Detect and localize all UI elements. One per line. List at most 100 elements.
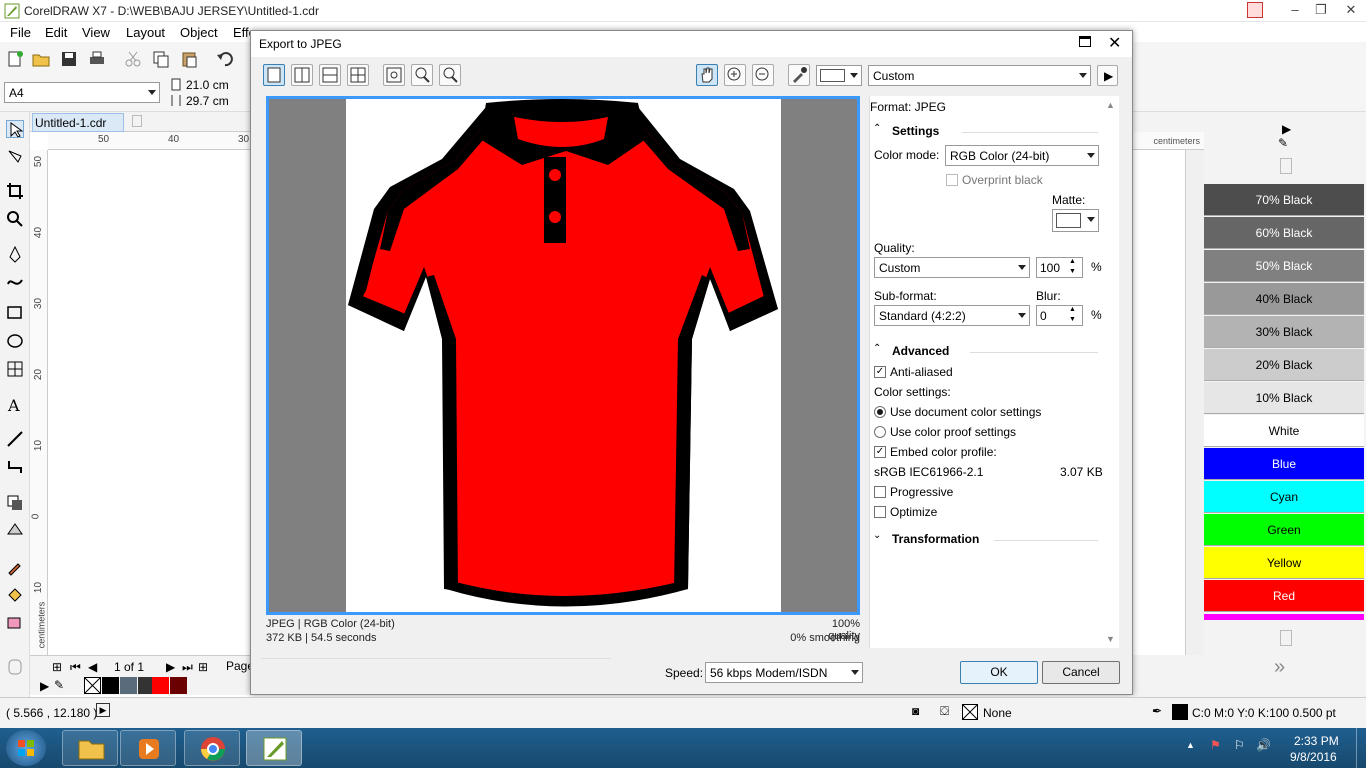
- export-preview[interactable]: [266, 96, 860, 615]
- previous-page-icon[interactable]: ◀: [88, 660, 97, 674]
- page-height-value[interactable]: 29.7 cm: [186, 94, 229, 108]
- drawing-canvas[interactable]: [48, 150, 250, 655]
- progressive-checkbox[interactable]: [874, 486, 886, 498]
- collapse-settings-icon[interactable]: ⌃: [873, 123, 881, 134]
- swatch-slate[interactable]: [120, 677, 137, 694]
- rectangle-tool-icon[interactable]: [6, 304, 24, 322]
- new-tab-icon[interactable]: [132, 115, 142, 127]
- preset-menu-button[interactable]: ▶: [1097, 65, 1118, 86]
- color-mode-select[interactable]: RGB Color (24-bit): [945, 145, 1099, 166]
- menu-view[interactable]: View: [82, 25, 110, 40]
- use-proof-color-radio[interactable]: [874, 426, 886, 438]
- paste-icon[interactable]: [180, 50, 198, 68]
- undo-icon[interactable]: [216, 50, 234, 68]
- palette-swatch[interactable]: Blue: [1204, 448, 1364, 480]
- fit-to-window-button[interactable]: [383, 64, 405, 86]
- save-icon[interactable]: [60, 50, 78, 68]
- palette-swatch[interactable]: 50% Black: [1204, 250, 1364, 282]
- palette-swatch[interactable]: 20% Black: [1204, 349, 1364, 381]
- spin-down-icon[interactable]: ▼: [1069, 268, 1076, 275]
- zoom-100-button[interactable]: [439, 64, 461, 86]
- transformation-section-header[interactable]: Transformation: [892, 532, 979, 546]
- ok-button[interactable]: OK: [960, 661, 1038, 684]
- palette-swatch[interactable]: Cyan: [1204, 481, 1364, 513]
- toolbox-options-icon[interactable]: [6, 658, 24, 676]
- close-dialog-icon[interactable]: ✕: [1108, 33, 1121, 53]
- swatch-red[interactable]: [152, 677, 169, 694]
- split-quad-button[interactable]: [347, 64, 369, 86]
- print-icon[interactable]: [88, 50, 106, 68]
- last-page-icon[interactable]: ⏭: [182, 660, 193, 675]
- anti-aliased-checkbox[interactable]: ✓: [874, 366, 886, 378]
- restore-button[interactable]: ❐: [1306, 0, 1336, 20]
- vertical-scrollbar[interactable]: [1185, 150, 1204, 655]
- add-page-end-icon[interactable]: ⊞: [198, 660, 208, 674]
- palette-swatch[interactable]: Red: [1204, 580, 1364, 612]
- zoom-in-button[interactable]: [724, 64, 746, 86]
- palette-swatch[interactable]: White: [1204, 415, 1364, 447]
- split-horizontal-button[interactable]: [319, 64, 341, 86]
- new-document-icon[interactable]: [6, 50, 24, 68]
- spin-up-icon[interactable]: ▲: [1069, 306, 1076, 313]
- document-color-icon[interactable]: ◙: [912, 704, 919, 718]
- flag-icon[interactable]: ⚐: [1234, 738, 1245, 752]
- eyedropper-button[interactable]: [788, 64, 810, 86]
- page-size-select[interactable]: A4: [4, 82, 160, 103]
- volume-icon[interactable]: 🔊: [1256, 738, 1271, 752]
- outline-color-indicator[interactable]: [1172, 704, 1188, 720]
- freehand-tool-icon[interactable]: [6, 246, 24, 264]
- show-hidden-icons[interactable]: ▲: [1186, 740, 1195, 750]
- palette-arrow-icon[interactable]: ▶: [40, 679, 49, 693]
- add-page-icon[interactable]: ⊞: [52, 660, 62, 674]
- quality-spinbox[interactable]: 100 ▲ ▼: [1036, 257, 1083, 278]
- spin-down-icon[interactable]: ▼: [1069, 316, 1076, 323]
- use-document-color-radio[interactable]: [874, 406, 886, 418]
- cancel-button[interactable]: Cancel: [1042, 661, 1120, 684]
- settings-section-header[interactable]: Settings: [892, 124, 939, 138]
- palette-eyedropper-icon[interactable]: ✎: [1278, 136, 1288, 150]
- copy-icon[interactable]: [152, 50, 170, 68]
- quality-select[interactable]: Custom: [874, 257, 1030, 278]
- menu-edit[interactable]: Edit: [45, 25, 67, 40]
- matte-color-picker[interactable]: [1052, 209, 1099, 232]
- status-menu-icon[interactable]: ▶: [96, 703, 110, 717]
- start-button[interactable]: [6, 730, 46, 766]
- palette-no-color-icon[interactable]: [1280, 158, 1292, 174]
- show-desktop-button[interactable]: [1356, 728, 1366, 768]
- preset-select[interactable]: Custom: [868, 65, 1091, 86]
- transparency-tool-icon[interactable]: [6, 522, 24, 540]
- palette-swatch[interactable]: 10% Black: [1204, 382, 1364, 414]
- speed-select[interactable]: 56 kbps Modem/ISDN: [705, 662, 863, 683]
- swatch-black[interactable]: [102, 677, 119, 694]
- panel-scroll-down-icon[interactable]: ▼: [1106, 634, 1115, 644]
- panel-scroll-up-icon[interactable]: ▲: [1106, 100, 1115, 110]
- zoom-tool-icon[interactable]: [6, 210, 24, 228]
- crop-tool-icon[interactable]: [6, 182, 24, 200]
- menu-layout[interactable]: Layout: [126, 25, 165, 40]
- palette-swatch[interactable]: 70% Black: [1204, 184, 1364, 216]
- palette-flyout-icon[interactable]: ▶: [1282, 122, 1291, 136]
- palette-swatch[interactable]: Yellow: [1204, 547, 1364, 579]
- palette-swatch[interactable]: 30% Black: [1204, 316, 1364, 348]
- media-player-taskbar-icon[interactable]: [120, 730, 176, 766]
- first-page-icon[interactable]: ⏮: [70, 660, 81, 675]
- close-window-button[interactable]: ✕: [1336, 0, 1366, 20]
- next-page-icon[interactable]: ▶: [166, 660, 175, 674]
- clock-date[interactable]: 9/8/2016: [1290, 750, 1337, 764]
- no-fill-swatch[interactable]: [84, 677, 101, 694]
- optimize-checkbox[interactable]: [874, 506, 886, 518]
- network-error-icon[interactable]: ⚑: [1210, 738, 1221, 752]
- advanced-section-header[interactable]: Advanced: [892, 344, 949, 358]
- drop-shadow-tool-icon[interactable]: [6, 494, 24, 512]
- connector-tool-icon[interactable]: [6, 458, 24, 476]
- document-tab[interactable]: Untitled-1.cdr: [32, 113, 124, 132]
- vertical-ruler[interactable]: 50 40 30 20 10 0 10 centimeters: [30, 150, 48, 655]
- spin-up-icon[interactable]: ▲: [1069, 258, 1076, 265]
- no-fill-indicator-icon[interactable]: [962, 704, 978, 720]
- zoom-out-button[interactable]: [752, 64, 774, 86]
- menu-file[interactable]: File: [10, 25, 31, 40]
- single-preview-button[interactable]: [263, 64, 285, 86]
- interactive-fill-tool-icon[interactable]: [6, 586, 24, 604]
- chrome-taskbar-icon[interactable]: [184, 730, 240, 766]
- user-icon[interactable]: [1247, 2, 1263, 18]
